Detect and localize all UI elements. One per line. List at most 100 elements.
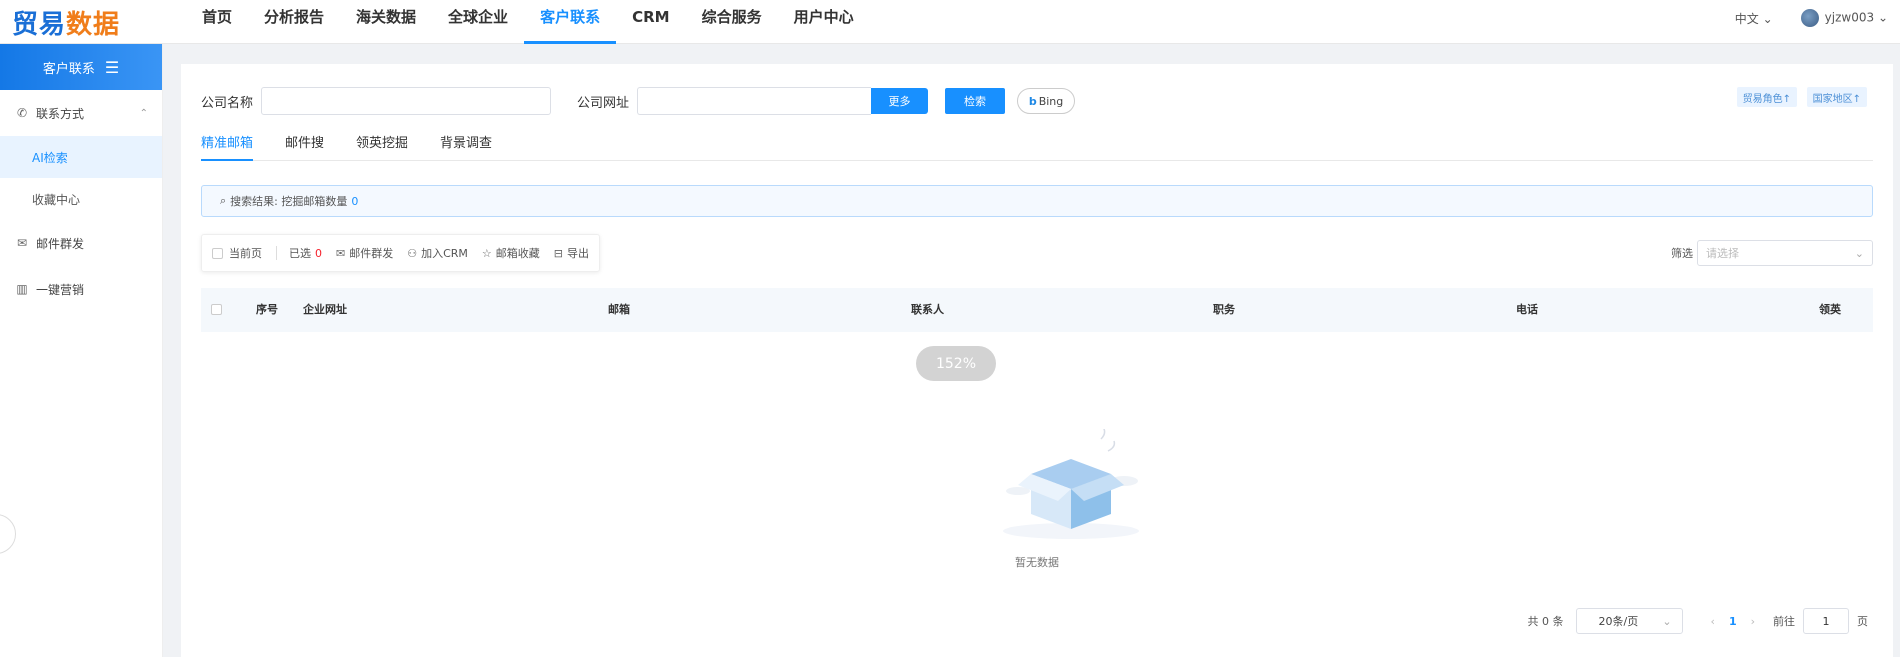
avatar xyxy=(1800,9,1819,27)
next-page-icon[interactable]: › xyxy=(1751,615,1755,628)
sidebar-item-marketing[interactable]: ▥ 一键营销 xyxy=(0,266,162,312)
sidebar-collapse-handle[interactable] xyxy=(0,514,16,554)
result-label: 搜索结果: 挖掘邮箱数量 xyxy=(230,195,348,208)
nav-crm[interactable]: CRM xyxy=(616,0,686,44)
filter-placeholder: 请选择 xyxy=(1706,247,1739,260)
filter-select[interactable]: 请选择 ⌄ xyxy=(1697,240,1873,266)
chevron-down-icon: ⌄ xyxy=(1762,11,1773,26)
more-button[interactable]: 更多 xyxy=(871,88,929,114)
bar-chart-icon: ▥ xyxy=(16,282,28,296)
collapse-menu-icon[interactable]: ☰ xyxy=(105,58,119,77)
email-blast-button[interactable]: ✉ 邮件群发 xyxy=(336,245,393,261)
chevron-up-icon: ⌃ xyxy=(139,107,148,119)
table-header: 序号 企业网址 邮箱 联系人 职务 电话 领英 xyxy=(201,288,1873,332)
tab-precise-email[interactable]: 精准邮箱 xyxy=(201,134,254,161)
logo-text-part1: 贸易 xyxy=(12,10,67,40)
sidebar-header: 客户联系 ☰ xyxy=(0,44,162,90)
email-favorite-label: 邮箱收藏 xyxy=(495,247,540,260)
tab-background-check[interactable]: 背景调查 xyxy=(440,134,492,161)
pagination: 共 0 条 20条/页 ⌄ ‹ 1 › 前往 1 页 xyxy=(1528,607,1868,635)
company-site-input[interactable] xyxy=(637,87,872,115)
add-crm-label: 加入CRM xyxy=(421,247,468,260)
chevron-down-icon: ⌄ xyxy=(1877,10,1888,25)
col-phone: 电话 xyxy=(1516,303,1538,316)
email-favorite-button[interactable]: ☆ 邮箱收藏 xyxy=(482,245,540,261)
logo-text-part2: 数据 xyxy=(66,10,121,40)
sidebar-group-label: 联系方式 xyxy=(36,106,85,121)
user-menu[interactable]: yjzw003 ⌄ xyxy=(1800,9,1888,27)
tab-email-search[interactable]: 邮件搜 xyxy=(285,134,324,161)
sidebar-item-email-blast[interactable]: ✉ 邮件群发 xyxy=(0,220,162,266)
top-navbar: 贸易数据 首页 分析报告 海关数据 全球企业 客户联系 CRM 综合服务 用户中… xyxy=(0,0,1900,44)
bing-icon: b xyxy=(1028,94,1037,108)
language-label: 中文 xyxy=(1734,11,1759,26)
export-button[interactable]: ⊟ 导出 xyxy=(554,245,589,261)
tab-linkedin-mining[interactable]: 领英挖掘 xyxy=(356,134,408,161)
search-icon: ⌕ xyxy=(220,194,227,207)
user-add-icon: ⚇ xyxy=(407,246,418,260)
sidebar: 客户联系 ☰ ✆ 联系方式 ⌃ AI检索 收藏中心 ✉ 邮件群发 ▥ 一键营销 xyxy=(0,44,163,657)
page-suffix: 页 xyxy=(1857,615,1868,628)
brand-logo[interactable]: 贸易数据 xyxy=(12,4,120,41)
search-row: 公司名称 公司网址 更多 检索 b Bing xyxy=(201,87,1076,115)
selected-label: 已选 xyxy=(289,247,311,260)
page-size-select[interactable]: 20条/页 ⌄ xyxy=(1575,608,1683,634)
prev-page-icon[interactable]: ‹ xyxy=(1711,615,1715,628)
main-panel: 公司名称 公司网址 更多 检索 b Bing 贸易角色↑ 国家地区↑ 精准邮箱 … xyxy=(181,64,1893,657)
sidebar-item-favorites[interactable]: 收藏中心 xyxy=(0,178,162,220)
select-all-checkbox[interactable] xyxy=(211,304,222,315)
current-page-checkbox[interactable]: 当前页 xyxy=(212,245,262,261)
result-count: 0 xyxy=(351,194,359,208)
nav-user-center[interactable]: 用户中心 xyxy=(778,0,870,44)
col-email: 邮箱 xyxy=(608,303,630,316)
total-count: 共 0 条 xyxy=(1527,615,1564,628)
current-page-label: 当前页 xyxy=(229,247,262,260)
country-region-button[interactable]: 国家地区↑ xyxy=(1806,87,1867,107)
nav-customs-data[interactable]: 海关数据 xyxy=(340,0,432,44)
sidebar-item-ai-search[interactable]: AI检索 xyxy=(0,136,162,178)
sidebar-title: 客户联系 xyxy=(42,61,95,77)
trade-role-button[interactable]: 贸易角色↑ xyxy=(1736,87,1797,107)
filter-label: 筛选 xyxy=(1671,247,1693,260)
nav-customer-contact[interactable]: 客户联系 xyxy=(524,0,617,44)
nav-global-companies[interactable]: 全球企业 xyxy=(432,0,524,44)
mail-send-icon: ✉ xyxy=(336,246,346,260)
page-number-current[interactable]: 1 xyxy=(1729,615,1737,628)
mail-icon: ✉ xyxy=(16,236,28,250)
bing-label: Bing xyxy=(1038,94,1064,108)
goto-page-input[interactable]: 1 xyxy=(1803,608,1849,634)
email-blast-label: 邮件群发 xyxy=(349,247,394,260)
sidebar-item-label: 邮件群发 xyxy=(36,236,85,251)
page-size-value: 20条/页 xyxy=(1598,615,1639,628)
search-result-bar: ⌕ 搜索结果: 挖掘邮箱数量 0 xyxy=(201,185,1873,217)
goto-label: 前往 xyxy=(1773,615,1795,628)
nav-integrated-services[interactable]: 综合服务 xyxy=(686,0,778,44)
sidebar-group-contact[interactable]: ✆ 联系方式 ⌃ xyxy=(0,90,162,136)
col-linkedin: 领英 xyxy=(1819,303,1841,316)
company-name-label: 公司名称 xyxy=(201,95,254,111)
bing-toggle[interactable]: b Bing xyxy=(1017,88,1076,114)
table-toolbar: 当前页 已选 0 ✉ 邮件群发 ⚇ 加入CRM ☆ 邮箱收藏 ⊟ 导出 xyxy=(201,234,601,272)
header-right: 中文 ⌄ yjzw003 ⌄ xyxy=(1735,0,1888,36)
col-index: 序号 xyxy=(256,303,278,316)
chevron-down-icon: ⌄ xyxy=(1662,614,1672,628)
empty-box-icon xyxy=(996,426,1146,548)
nav-home[interactable]: 首页 xyxy=(186,0,248,44)
company-site-label: 公司网址 xyxy=(577,95,630,111)
company-name-input[interactable] xyxy=(261,87,552,115)
checkbox xyxy=(212,247,223,259)
add-crm-button[interactable]: ⚇ 加入CRM xyxy=(407,245,468,261)
tab-bar: 精准邮箱 邮件搜 领英挖掘 背景调查 xyxy=(201,134,1873,161)
language-switcher[interactable]: 中文 ⌄ xyxy=(1735,10,1773,27)
username: yjzw003 xyxy=(1824,10,1875,25)
search-button[interactable]: 检索 xyxy=(945,88,1006,114)
star-icon: ☆ xyxy=(481,246,492,260)
main-nav: 首页 分析报告 海关数据 全球企业 客户联系 CRM 综合服务 用户中心 xyxy=(186,0,870,44)
col-website: 企业网址 xyxy=(303,303,347,316)
phone-icon: ✆ xyxy=(16,106,28,120)
divider xyxy=(276,246,277,260)
filter-control: 筛选 请选择 ⌄ xyxy=(1671,240,1873,266)
nav-analysis-report[interactable]: 分析报告 xyxy=(248,0,340,44)
selected-count-value: 0 xyxy=(315,246,322,260)
export-label: 导出 xyxy=(567,247,590,260)
